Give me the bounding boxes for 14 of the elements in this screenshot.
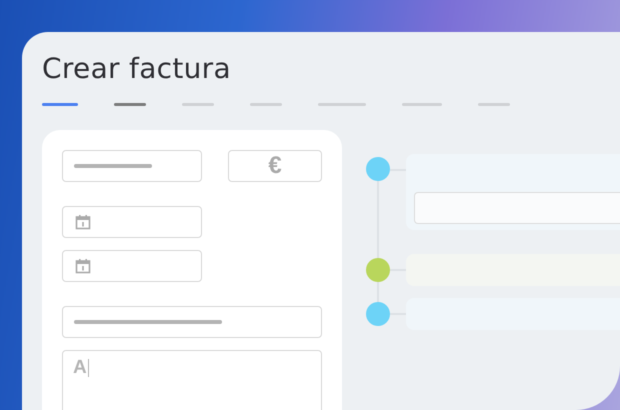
typed-text: A <box>73 357 87 379</box>
step-indicator[interactable] <box>114 103 146 106</box>
date-field[interactable] <box>62 250 202 282</box>
input-field[interactable] <box>62 150 202 182</box>
input-field[interactable] <box>414 192 620 224</box>
step-indicator[interactable] <box>42 103 78 106</box>
text-area[interactable]: A <box>62 350 322 410</box>
text-cursor <box>88 359 90 377</box>
date-field[interactable] <box>62 206 202 238</box>
calendar-icon <box>75 258 91 274</box>
calendar-icon <box>75 214 91 230</box>
input-field[interactable] <box>62 306 322 338</box>
currency-field[interactable]: € <box>228 150 322 182</box>
page-title: Crear factura <box>42 51 231 87</box>
